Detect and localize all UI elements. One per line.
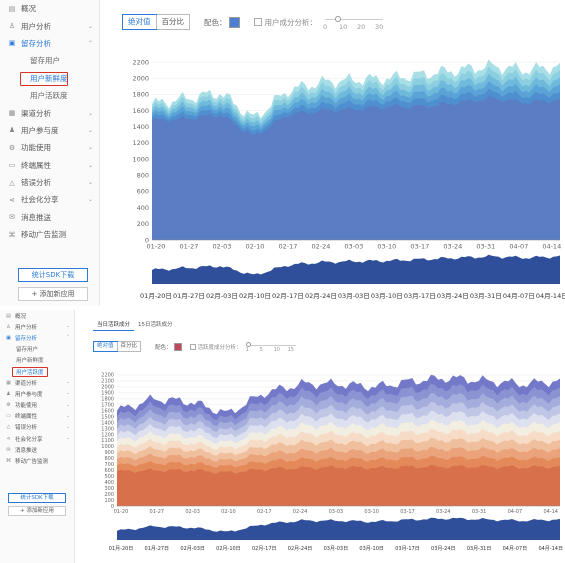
y-tick-label: 2000 bbox=[101, 385, 114, 391]
navigator-label: 04月-14日 bbox=[538, 546, 563, 552]
navigator-label: 02月-24日 bbox=[288, 546, 313, 552]
y-tick-label: 600 bbox=[104, 468, 114, 474]
y-tick-label: 1400 bbox=[101, 420, 114, 426]
x-tick-label: 01-20 bbox=[147, 243, 166, 251]
y-tick-label: 1600 bbox=[101, 408, 114, 414]
x-tick-label: 03-10 bbox=[364, 509, 379, 515]
navigator-label: 02月-17日 bbox=[272, 292, 304, 300]
navigator-label: 02月-03日 bbox=[206, 292, 238, 300]
x-tick-label: 02-17 bbox=[278, 243, 297, 251]
y-tick-label: 700 bbox=[104, 462, 114, 468]
y-tick-label: 1200 bbox=[132, 139, 149, 147]
x-tick-label: 03-31 bbox=[472, 509, 487, 515]
y-tick-label: 200 bbox=[104, 492, 114, 498]
stacked-area-chart: 0200400600800100012001400160018002000220… bbox=[132, 58, 565, 300]
navigator-label: 04月-14日 bbox=[536, 292, 565, 300]
x-tick-label: 03-03 bbox=[329, 509, 344, 515]
y-tick-label: 900 bbox=[104, 450, 114, 456]
y-tick-label: 300 bbox=[104, 486, 114, 492]
x-tick-label: 02-03 bbox=[185, 509, 200, 515]
navigator-label: 03月-17日 bbox=[404, 292, 436, 300]
y-tick-label: 1000 bbox=[101, 444, 114, 450]
y-tick-label: 400 bbox=[104, 480, 114, 486]
x-tick-label: 03-24 bbox=[436, 509, 451, 515]
x-tick-label: 03-17 bbox=[400, 509, 415, 515]
y-tick-label: 1800 bbox=[101, 397, 114, 403]
y-tick-label: 100 bbox=[104, 498, 114, 504]
navigator-label: 03月-31日 bbox=[467, 546, 492, 552]
navigator-label: 03月-03日 bbox=[338, 292, 370, 300]
navigator-label: 03月-24日 bbox=[431, 546, 456, 552]
y-tick-label: 800 bbox=[104, 456, 114, 462]
x-tick-label: 03-17 bbox=[410, 243, 429, 251]
x-tick-label: 03-24 bbox=[443, 243, 462, 251]
navigator-label: 01月-27日 bbox=[145, 546, 170, 552]
navigator-label: 02月-24日 bbox=[305, 292, 337, 300]
navigator-label: 02月-03日 bbox=[180, 546, 205, 552]
x-tick-label: 03-31 bbox=[476, 243, 495, 251]
y-tick-label: 500 bbox=[104, 474, 114, 480]
x-tick-label: 02-24 bbox=[311, 243, 330, 251]
x-tick-label: 02-24 bbox=[293, 509, 308, 515]
navigator-label: 04月-07日 bbox=[503, 292, 535, 300]
navigator-area bbox=[152, 254, 560, 284]
y-tick-label: 1500 bbox=[101, 414, 114, 420]
navigator-label: 04月-07日 bbox=[503, 546, 528, 552]
navigator-label: 03月-17日 bbox=[395, 546, 420, 552]
y-tick-label: 1600 bbox=[132, 107, 149, 115]
navigator-label: 03月-10日 bbox=[371, 292, 403, 300]
y-tick-label: 400 bbox=[137, 204, 149, 212]
x-tick-label: 02-10 bbox=[221, 509, 236, 515]
navigator-label: 03月-24日 bbox=[437, 292, 469, 300]
top-panel: ▤ 概况 ♙ 用户分析 ⌄ ▣ 留存分析 ⌃ 留存用户 用户新鲜度 用户活跃度 ▦ 渠道分析 ⌄ ♟ 用户参与… bbox=[0, 0, 565, 306]
navigator-label: 03月-31日 bbox=[470, 292, 502, 300]
y-tick-label: 1100 bbox=[101, 438, 114, 444]
y-tick-label: 1700 bbox=[101, 403, 114, 409]
x-tick-label: 02-17 bbox=[257, 509, 272, 515]
bottom-panel: ▤ 概况 ♙ 用户分析 ⌄ ▣ 留存分析 ⌃ 留存用户 用户新鲜度 用户活跃度 ▦ 渠道分析 ⌄ ♟ 用户参与… bbox=[0, 310, 565, 563]
navigator-label: 03月-03日 bbox=[324, 546, 349, 552]
y-tick-label: 2000 bbox=[132, 74, 149, 82]
x-tick-label: 02-03 bbox=[213, 243, 232, 251]
y-tick-label: 1300 bbox=[101, 426, 114, 432]
navigator-label: 01月-27日 bbox=[173, 292, 205, 300]
x-tick-label: 04-14 bbox=[543, 509, 558, 515]
y-tick-label: 200 bbox=[137, 220, 149, 228]
y-tick-label: 2200 bbox=[132, 58, 149, 66]
x-tick-label: 01-20 bbox=[114, 509, 129, 515]
x-tick-label: 01-27 bbox=[180, 243, 199, 251]
y-tick-label: 1800 bbox=[132, 91, 149, 99]
y-tick-label: 1200 bbox=[101, 432, 114, 438]
navigator-label: 02月-10日 bbox=[239, 292, 271, 300]
navigator-label: 02月-10日 bbox=[216, 546, 241, 552]
y-tick-label: 2200 bbox=[101, 373, 114, 379]
y-tick-label: 1900 bbox=[101, 391, 114, 397]
navigator-label: 03月-10日 bbox=[359, 546, 384, 552]
navigator-area bbox=[117, 517, 560, 540]
y-tick-label: 800 bbox=[137, 172, 149, 180]
navigator-label: 01月-20日 bbox=[140, 292, 172, 300]
navigator-label: 02月-17日 bbox=[252, 546, 277, 552]
y-tick-label: 2100 bbox=[101, 379, 114, 385]
navigator-label: 01月-20日 bbox=[109, 546, 134, 552]
x-tick-label: 03-03 bbox=[344, 243, 363, 251]
x-tick-label: 04-07 bbox=[508, 509, 523, 515]
x-tick-label: 04-14 bbox=[542, 243, 561, 251]
x-tick-label: 03-10 bbox=[377, 243, 396, 251]
stacked-area-chart: 0100200300400500600700800900100011001200… bbox=[101, 373, 563, 552]
y-tick-label: 600 bbox=[137, 188, 149, 196]
x-tick-label: 04-07 bbox=[509, 243, 528, 251]
x-tick-label: 02-10 bbox=[245, 243, 264, 251]
x-tick-label: 01-27 bbox=[150, 509, 165, 515]
y-tick-label: 1000 bbox=[132, 155, 149, 163]
y-tick-label: 1400 bbox=[132, 123, 149, 131]
series-area bbox=[152, 96, 560, 240]
